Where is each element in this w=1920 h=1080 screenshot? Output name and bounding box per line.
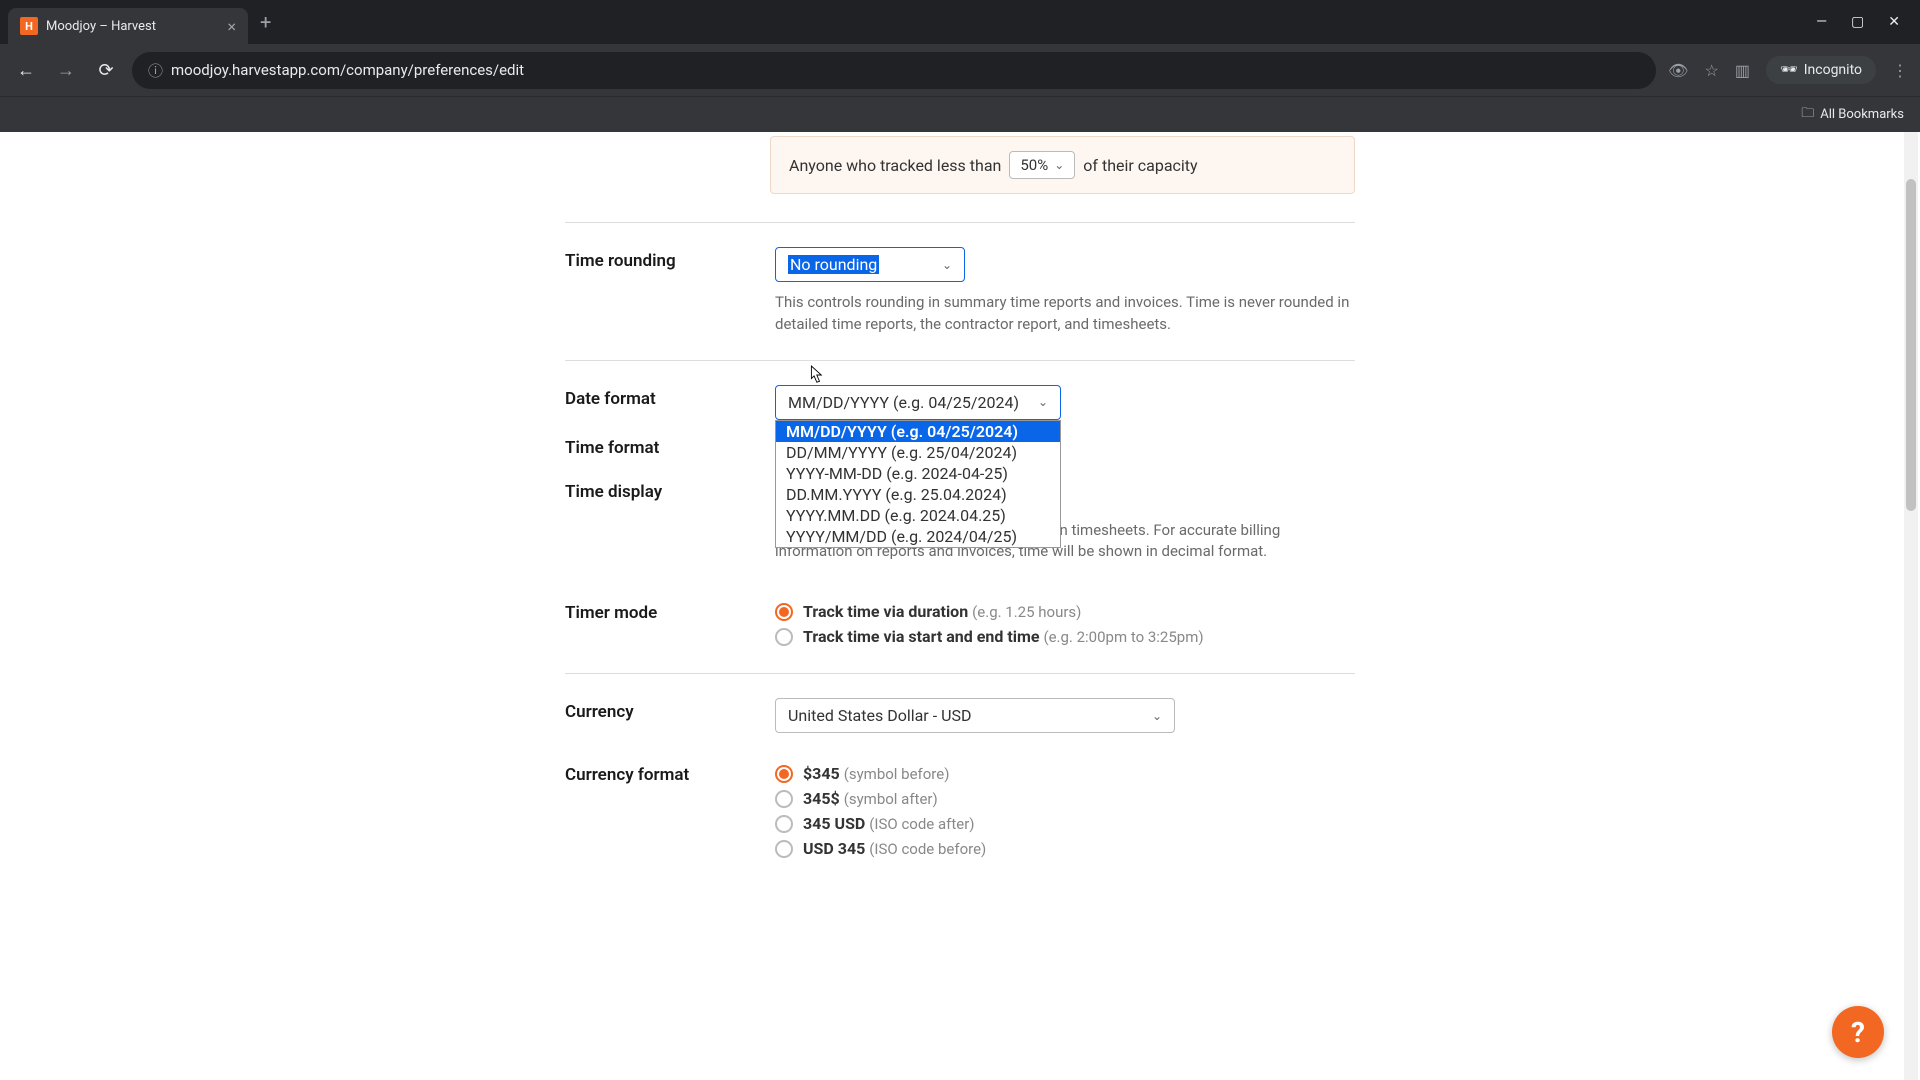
- browser-chrome: H Moodjoy – Harvest × + — ▢ ✕ ← → ⟳ ⓘ mo…: [0, 0, 1920, 132]
- date-format-value: MM/DD/YYYY (e.g. 04/25/2024): [788, 393, 1019, 412]
- close-tab-icon[interactable]: ×: [227, 17, 236, 36]
- date-format-option[interactable]: YYYY.MM.DD (e.g. 2024.04.25): [776, 505, 1060, 526]
- currency-format-opt-main: $345: [803, 764, 840, 783]
- minimize-icon[interactable]: —: [1816, 14, 1827, 30]
- time-rounding-select[interactable]: No rounding ⌄: [775, 247, 965, 282]
- currency-format-opt-main: USD 345: [803, 839, 865, 858]
- capacity-notice: Anyone who tracked less than 50% ⌄ of th…: [770, 136, 1355, 194]
- site-info-icon[interactable]: ⓘ: [148, 60, 163, 81]
- currency-format-opt-hint: (symbol after): [844, 790, 938, 808]
- date-format-label: Date format: [565, 385, 745, 420]
- timer-mode-opt1-hint: (e.g. 1.25 hours): [972, 603, 1081, 621]
- currency-format-option[interactable]: USD 345 (ISO code before): [775, 836, 1355, 861]
- chevron-down-icon: ⌄: [942, 258, 952, 272]
- all-bookmarks-link[interactable]: All Bookmarks: [1820, 107, 1904, 122]
- currency-format-opt-hint: (ISO code before): [869, 840, 986, 858]
- radio-icon: [775, 603, 793, 621]
- url-text: moodjoy.harvestapp.com/company/preferenc…: [171, 61, 524, 79]
- date-format-section: Date format MM/DD/YYYY (e.g. 04/25/2024)…: [565, 360, 1355, 444]
- chevron-down-icon: ⌄: [1152, 709, 1162, 723]
- currency-format-opt-main: 345$: [803, 789, 840, 808]
- time-format-label: Time format: [565, 434, 745, 458]
- folder-icon: 🗀: [1801, 104, 1814, 126]
- time-rounding-section: Time rounding No rounding ⌄ This control…: [565, 222, 1355, 360]
- new-tab-button[interactable]: +: [260, 10, 271, 34]
- currency-format-label: Currency format: [565, 761, 745, 861]
- vertical-scrollbar[interactable]: [1904, 132, 1918, 1080]
- incognito-chip[interactable]: 🕶 Incognito: [1766, 56, 1876, 84]
- time-rounding-value: No rounding: [788, 255, 879, 274]
- incognito-icon: 🕶: [1780, 62, 1798, 78]
- radio-icon: [775, 765, 793, 783]
- radio-icon: [775, 628, 793, 646]
- currency-format-option[interactable]: $345 (symbol before): [775, 761, 1355, 786]
- currency-format-option[interactable]: 345$ (symbol after): [775, 786, 1355, 811]
- currency-format-section: Currency format $345 (symbol before) 345…: [565, 757, 1355, 885]
- currency-format-option[interactable]: 345 USD (ISO code after): [775, 811, 1355, 836]
- radio-icon: [775, 840, 793, 858]
- help-fab-button[interactable]: ?: [1832, 1006, 1884, 1058]
- bookmarks-bar: 🗀 All Bookmarks: [0, 96, 1920, 132]
- date-format-option[interactable]: MM/DD/YYYY (e.g. 04/25/2024): [776, 421, 1060, 442]
- radio-icon: [775, 815, 793, 833]
- timer-mode-section: Timer mode Track time via duration (e.g.…: [565, 587, 1355, 673]
- timer-mode-opt2-hint: (e.g. 2:00pm to 3:25pm): [1043, 628, 1203, 646]
- currency-format-opt-hint: (ISO code after): [869, 815, 974, 833]
- tab-title: Moodjoy – Harvest: [46, 19, 156, 34]
- url-field[interactable]: ⓘ moodjoy.harvestapp.com/company/prefere…: [132, 52, 1656, 89]
- forward-button[interactable]: →: [52, 60, 80, 81]
- capacity-percent-value: 50%: [1020, 156, 1048, 174]
- currency-value: United States Dollar - USD: [788, 706, 971, 725]
- currency-select[interactable]: United States Dollar - USD ⌄: [775, 698, 1175, 733]
- timer-mode-startend-option[interactable]: Track time via start and end time (e.g. …: [775, 624, 1355, 649]
- time-rounding-label: Time rounding: [565, 247, 745, 336]
- close-window-icon[interactable]: ✕: [1888, 14, 1900, 30]
- window-controls: — ▢ ✕: [1816, 14, 1912, 30]
- page-content: Anyone who tracked less than 50% ⌄ of th…: [0, 132, 1920, 1080]
- chevron-down-icon: ⌄: [1054, 158, 1064, 172]
- date-format-option[interactable]: DD.MM.YYYY (e.g. 25.04.2024): [776, 484, 1060, 505]
- notice-suffix: of their capacity: [1083, 156, 1197, 175]
- panel-icon[interactable]: ▥: [1735, 61, 1750, 80]
- maximize-icon[interactable]: ▢: [1851, 14, 1864, 30]
- date-format-option[interactable]: YYYY-MM-DD (e.g. 2024-04-25): [776, 463, 1060, 484]
- kebab-menu-icon[interactable]: ⋮: [1892, 61, 1908, 80]
- eye-off-icon[interactable]: 👁: [1668, 61, 1688, 80]
- bookmark-star-icon[interactable]: ☆: [1704, 61, 1718, 80]
- date-format-option[interactable]: DD/MM/YYYY (e.g. 25/04/2024): [776, 442, 1060, 463]
- date-format-dropdown: MM/DD/YYYY (e.g. 04/25/2024) DD/MM/YYYY …: [775, 420, 1061, 548]
- currency-section: Currency United States Dollar - USD ⌄: [565, 673, 1355, 757]
- favicon-icon: H: [20, 17, 38, 35]
- currency-label: Currency: [565, 698, 745, 733]
- timer-mode-opt2-main: Track time via start and end time: [803, 627, 1040, 646]
- timer-mode-opt1-main: Track time via duration: [803, 602, 968, 621]
- incognito-label: Incognito: [1804, 62, 1862, 78]
- address-bar: ← → ⟳ ⓘ moodjoy.harvestapp.com/company/p…: [0, 44, 1920, 96]
- date-format-option[interactable]: YYYY/MM/DD (e.g. 2024/04/25): [776, 526, 1060, 547]
- timer-mode-label: Timer mode: [565, 599, 745, 649]
- currency-format-opt-hint: (symbol before): [844, 765, 950, 783]
- scrollbar-thumb[interactable]: [1906, 179, 1916, 511]
- timer-mode-duration-option[interactable]: Track time via duration (e.g. 1.25 hours…: [775, 599, 1355, 624]
- tab-bar: H Moodjoy – Harvest × + — ▢ ✕: [0, 0, 1920, 44]
- time-display-label: Time display: [565, 478, 745, 564]
- notice-prefix: Anyone who tracked less than: [789, 156, 1001, 175]
- time-rounding-helper: This controls rounding in summary time r…: [775, 292, 1355, 336]
- back-button[interactable]: ←: [12, 60, 40, 81]
- date-format-select[interactable]: MM/DD/YYYY (e.g. 04/25/2024) ⌄: [775, 385, 1061, 420]
- reload-button[interactable]: ⟳: [92, 60, 120, 81]
- radio-icon: [775, 790, 793, 808]
- browser-tab[interactable]: H Moodjoy – Harvest ×: [8, 8, 248, 44]
- currency-format-opt-main: 345 USD: [803, 814, 865, 833]
- chevron-down-icon: ⌄: [1038, 395, 1048, 409]
- addr-bar-right: 👁 ☆ ▥ 🕶 Incognito ⋮: [1668, 56, 1908, 84]
- capacity-percent-select[interactable]: 50% ⌄: [1009, 151, 1075, 179]
